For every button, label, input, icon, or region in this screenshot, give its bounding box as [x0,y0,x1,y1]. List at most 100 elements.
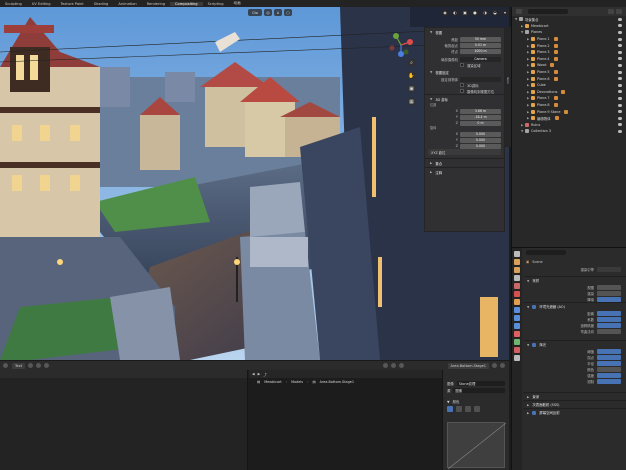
view-layer-tab-icon[interactable] [514,275,520,281]
outliner-item[interactable]: ▼ 场景集合 [512,16,626,23]
eye-icon[interactable] [618,129,622,133]
color-section-title[interactable]: 颜色 [453,399,460,404]
dof-section[interactable]: ▶ 景深 [523,392,626,400]
world-tab-icon[interactable] [514,291,520,297]
render-engine-dropdown[interactable] [597,266,621,272]
modifier-icon[interactable] [553,103,558,108]
outliner[interactable]: ▼ 场景集合 ▶ Mewbicart ▼ Planes ▶ Plane.1 ▶ Plane.2 ▶ P… [511,7,626,247]
modifier-tab-icon[interactable] [514,307,520,313]
ao-section[interactable]: ▼ 环境光遮蔽 (AO) [523,302,626,310]
scene-tab-icon[interactable] [514,283,520,289]
viewport-samples-field[interactable] [597,284,621,290]
texture-tab-icon[interactable] [514,355,520,361]
cursor-rot-z-field[interactable]: 0.000 [460,143,501,149]
view-icon[interactable] [382,363,388,368]
outliner-item[interactable]: ▶ Cube [512,82,626,89]
eye-icon[interactable] [618,90,622,94]
toggle-icon[interactable] [36,363,42,368]
bloom-threshold-field[interactable] [597,348,621,354]
folder-icon[interactable] [492,363,497,368]
constraints-tab-icon[interactable] [514,331,520,337]
pan-hand-icon[interactable]: ✋ [407,71,416,80]
particles-tab-icon[interactable] [514,315,520,321]
breadcrumb-item[interactable]: Area.Bottom.Stage1 [320,380,354,384]
source-field[interactable]: 图像 [453,388,505,393]
modifier-icon[interactable] [550,63,555,68]
eye-icon[interactable] [618,24,622,28]
render-samples-field[interactable] [597,290,621,296]
sss-section[interactable]: ▶ 次表面散射 (SSS) [523,400,626,408]
workspace-tab[interactable]: Texture Paint [56,2,89,6]
render-tab-icon[interactable] [514,259,520,265]
outliner-item[interactable]: ▶ Plane.1 [512,36,626,43]
eye-icon[interactable] [618,110,622,114]
modifier-icon[interactable] [553,76,558,81]
bloom-color-swatch[interactable] [597,366,621,372]
bloom-checkbox[interactable] [532,342,537,347]
proportional-icon[interactable]: ○ [283,9,292,16]
workspace-tab[interactable]: Scripting [203,2,229,6]
3d-cursor-header[interactable]: ▼ 3D 游标 [425,95,504,103]
bloom-clamp-field[interactable] [597,378,621,384]
channel-toggle[interactable] [456,405,462,412]
cursor-rot-x-field[interactable]: 0.000 [460,131,501,137]
outliner-item[interactable]: ▶ Decorations [512,89,626,96]
cursor-y-field[interactable]: -18.4 m [460,114,501,120]
lock-camera-checkbox[interactable] [460,89,464,93]
workspace-tab[interactable]: Rendering [142,2,170,6]
breadcrumb-item[interactable]: Mewbicart [264,380,282,384]
eye-icon[interactable] [618,37,622,41]
grid-icon[interactable]: ▦ [407,97,416,106]
ao-bent-toggle[interactable] [597,328,621,334]
tool-tab-icon[interactable] [514,251,520,257]
back-icon[interactable]: ◀ [252,372,255,376]
bloom-knee-field[interactable] [597,354,621,360]
eye-icon[interactable] [618,57,622,61]
channel-toggle[interactable] [474,405,480,412]
lower-left-editor[interactable] [0,370,248,470]
lock-3d-cursor-checkbox[interactable] [460,83,464,87]
eye-icon[interactable] [618,70,622,74]
toggle-icon[interactable] [44,363,50,368]
outliner-item[interactable]: ▶ Mewbicart [512,23,626,30]
settings-icon[interactable] [500,363,505,368]
filter-icon[interactable] [608,9,614,14]
eye-icon[interactable] [618,103,622,107]
shading-options-icon[interactable]: ▾ [501,9,509,16]
outliner-item[interactable]: ▶ Plane.5 [512,69,626,76]
outliner-item[interactable]: ▶ Plane.8 [512,102,626,109]
eye-icon[interactable] [618,123,622,127]
outliner-item[interactable]: ▶ Plane.3 [512,49,626,56]
bloom-radius-field[interactable] [597,360,621,366]
collections-header[interactable]: ▶ 集合 [425,159,504,167]
focal-length-field[interactable]: 50 mm [460,36,501,42]
modifier-icon[interactable] [553,43,558,48]
outliner-item[interactable]: ▶ Plane.6 [512,75,626,82]
file-browser[interactable]: ◀ ▶ ⤴ ▤ Mewbicart › Models › ▤ Area.Bott… [249,370,442,470]
breadcrumb-item[interactable]: Models [291,380,303,384]
toggle-icon[interactable] [28,363,34,368]
properties-search-input[interactable] [526,250,566,255]
outliner-item[interactable]: ▶ Ruins [512,122,626,129]
eye-icon[interactable] [618,77,622,81]
ssr-section[interactable]: ▶ 屏幕空间反射 [523,408,626,416]
modifier-icon[interactable] [553,70,558,75]
physics-tab-icon[interactable] [514,323,520,329]
modifier-icon[interactable] [553,37,558,42]
xray-icon[interactable]: ▣ [461,9,469,16]
workspace-tab[interactable]: Animation [113,2,141,6]
eye-icon[interactable] [618,50,622,54]
channel-toggle[interactable] [465,405,471,412]
material-shading-icon[interactable]: ◑ [481,9,489,16]
modifier-icon[interactable] [553,56,558,61]
zoom-icon[interactable]: ⌕ [407,58,416,67]
cursor-z-field[interactable]: 0 m [460,120,501,126]
workspace-tab[interactable]: Sculpting [0,2,27,6]
active-file-label[interactable]: Area.Bottom.Stage1 [447,362,489,369]
denoise-toggle[interactable] [597,296,621,302]
eye-icon[interactable] [618,17,622,21]
outliner-item[interactable]: ▶ Plane.2 [512,42,626,49]
orientation-dropdown[interactable]: Glo [248,9,262,16]
output-tab-icon[interactable] [514,267,520,273]
bloom-intensity-field[interactable] [597,372,621,378]
